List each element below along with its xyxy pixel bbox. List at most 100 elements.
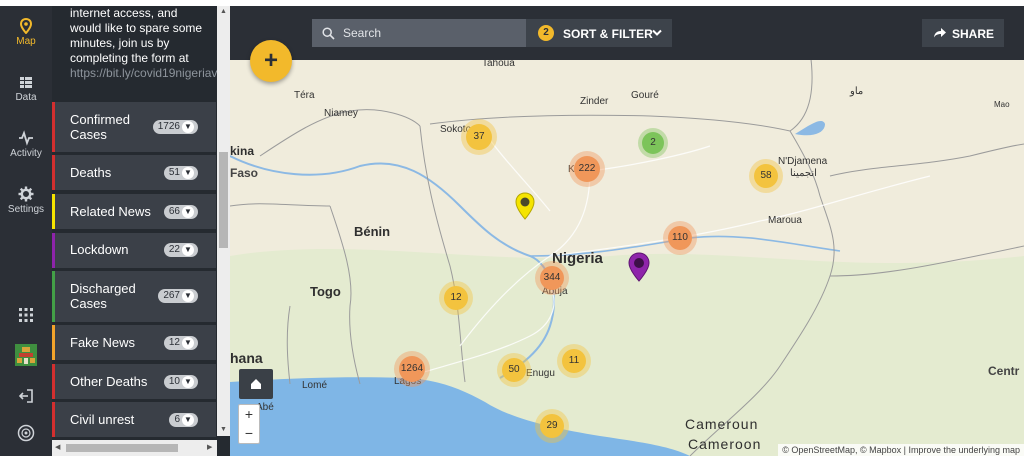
description-line: minutes, join us by xyxy=(70,36,170,50)
chevron-down-icon: ▼ xyxy=(182,244,194,256)
layer-fake-news[interactable]: Fake News 12 ▼ xyxy=(52,325,216,360)
cluster-marker[interactable]: 110 xyxy=(668,226,692,250)
search-placeholder: Search xyxy=(343,26,382,40)
place-label: Niamey xyxy=(324,108,358,119)
chevron-down-icon xyxy=(652,29,662,36)
layer-color-bar xyxy=(52,194,55,229)
layer-confirmed-cases[interactable]: Confirmed Cases 1726 ▼ xyxy=(52,102,216,152)
sort-filter-button[interactable]: 2 SORT & FILTER xyxy=(526,19,672,47)
description-line: completing the form at xyxy=(70,51,189,65)
logout-icon xyxy=(18,389,33,403)
layer-discharged-cases[interactable]: Discharged Cases 267 ▼ xyxy=(52,271,216,322)
layer-count-badge[interactable]: 267 ▼ xyxy=(158,289,198,303)
related-news-pin-icon[interactable] xyxy=(515,192,535,220)
layer-count-badge[interactable]: 66 ▼ xyxy=(163,205,198,219)
map-view[interactable]: Tahoua Zinder Gouré ماو Téra Niamey Soko… xyxy=(230,6,1024,456)
chevron-down-icon: ▼ xyxy=(182,167,194,179)
layer-count-badge[interactable]: 10 ▼ xyxy=(163,375,198,389)
cluster-marker[interactable]: 2 xyxy=(642,132,664,154)
layer-other-deaths[interactable]: Other Deaths 10 ▼ xyxy=(52,364,216,399)
layer-count-badge[interactable]: 12 ▼ xyxy=(163,336,198,350)
nav-rail: Map Data Activity Settings xyxy=(0,6,52,456)
place-label: ماو xyxy=(850,86,864,97)
avatar[interactable] xyxy=(0,344,52,366)
cluster-marker[interactable]: 58 xyxy=(754,164,778,188)
cluster-marker[interactable]: 11 xyxy=(562,349,586,373)
map-base xyxy=(230,6,1024,456)
scroll-right-arrow-icon[interactable]: ▶ xyxy=(207,443,212,451)
place-label: Maroua xyxy=(768,215,802,226)
layer-lockdown[interactable]: Lockdown 22 ▼ xyxy=(52,233,216,268)
logout-button[interactable] xyxy=(0,388,52,404)
layer-name: Fake News xyxy=(70,335,136,350)
grid-icon xyxy=(19,308,33,322)
cluster-marker[interactable]: 12 xyxy=(444,286,468,310)
layer-related-news[interactable]: Related News 66 ▼ xyxy=(52,194,216,229)
scroll-up-arrow-icon[interactable]: ▲ xyxy=(217,8,230,15)
panel-description: internet access, and would like to spare… xyxy=(70,6,220,81)
place-label: Téra xyxy=(294,90,315,101)
brand-logo[interactable] xyxy=(0,424,52,442)
layer-count-badge[interactable]: 22 ▼ xyxy=(163,243,198,257)
scroll-down-arrow-icon[interactable]: ▼ xyxy=(217,426,230,433)
nav-item-label: Map xyxy=(16,36,36,47)
place-label: N'Djamena xyxy=(778,156,828,167)
layer-name: Related News xyxy=(70,204,151,219)
description-line: internet access, and xyxy=(70,6,178,20)
layers-panel: internet access, and would like to spare… xyxy=(52,6,230,456)
zoom-out-button[interactable]: − xyxy=(238,424,260,444)
list-icon xyxy=(20,77,32,88)
cluster-marker[interactable]: 344 xyxy=(540,266,564,290)
chevron-down-icon: ▼ xyxy=(182,337,194,349)
layer-count-badge[interactable]: 51 ▼ xyxy=(163,166,198,180)
scrollbar-thumb[interactable] xyxy=(66,444,178,452)
add-report-button[interactable]: + xyxy=(250,40,292,82)
place-label: Zinder xyxy=(580,96,609,107)
nav-item-activity[interactable]: Activity xyxy=(0,130,52,159)
home-icon xyxy=(251,379,261,389)
scrollbar-thumb[interactable] xyxy=(219,152,228,248)
layer-deaths[interactable]: Deaths 51 ▼ xyxy=(52,155,216,190)
description-line: would like to spare some xyxy=(70,21,203,35)
brand-logo-icon xyxy=(17,424,35,442)
country-label-togo: Togo xyxy=(310,284,341,299)
country-label-burkina: kina xyxy=(230,144,255,158)
gear-icon xyxy=(18,186,34,202)
layer-count-badge[interactable]: 1726 ▼ xyxy=(152,120,198,134)
layer-color-bar xyxy=(52,102,55,152)
scroll-left-arrow-icon[interactable]: ◀ xyxy=(55,443,60,451)
nav-item-settings[interactable]: Settings xyxy=(0,186,52,215)
place-label: Centr xyxy=(988,364,1020,378)
lockdown-pin-icon[interactable] xyxy=(628,252,650,282)
panel-horizontal-scrollbar[interactable]: ◀ ▶ xyxy=(52,440,217,456)
layer-civil-unrest[interactable]: Civil unrest 6 ▼ xyxy=(52,402,216,437)
cluster-marker[interactable]: 29 xyxy=(540,414,564,438)
cluster-marker[interactable]: 1264 xyxy=(399,356,425,382)
plus-icon: + xyxy=(263,47,278,74)
layer-count: 12 xyxy=(168,337,180,348)
layer-count: 1726 xyxy=(157,121,180,132)
country-label-benin: Bénin xyxy=(354,224,391,239)
country-label-cameroon: Cameroon xyxy=(688,436,762,452)
share-button[interactable]: SHARE xyxy=(922,19,1004,47)
panel-vertical-scrollbar[interactable]: ▲ ▼ xyxy=(217,6,230,436)
layer-count-badge[interactable]: 6 ▼ xyxy=(169,413,198,427)
cluster-marker[interactable]: 50 xyxy=(502,358,526,382)
nav-item-map[interactable]: Map xyxy=(0,18,52,47)
cluster-marker[interactable]: 37 xyxy=(466,124,492,150)
apps-grid-button[interactable] xyxy=(0,308,52,322)
zoom-in-button[interactable]: + xyxy=(238,404,260,425)
search-input[interactable]: Search xyxy=(312,19,526,47)
home-button[interactable] xyxy=(239,369,273,399)
nav-item-data[interactable]: Data xyxy=(0,74,52,103)
country-label-ghana: hana xyxy=(230,350,263,366)
cluster-marker[interactable]: 222 xyxy=(574,156,600,182)
layer-name: Confirmed Cases xyxy=(70,112,130,142)
map-pin-icon xyxy=(19,18,33,34)
form-link[interactable]: https://bit.ly/covid19nigeriavo xyxy=(70,66,220,81)
layer-count: 6 xyxy=(174,414,180,425)
share-label: SHARE xyxy=(952,27,995,41)
place-label: Gouré xyxy=(631,90,659,101)
country-label-cameroun: Cameroun xyxy=(685,416,759,432)
map-attribution[interactable]: © OpenStreetMap, © Mapbox | Improve the … xyxy=(778,444,1024,456)
